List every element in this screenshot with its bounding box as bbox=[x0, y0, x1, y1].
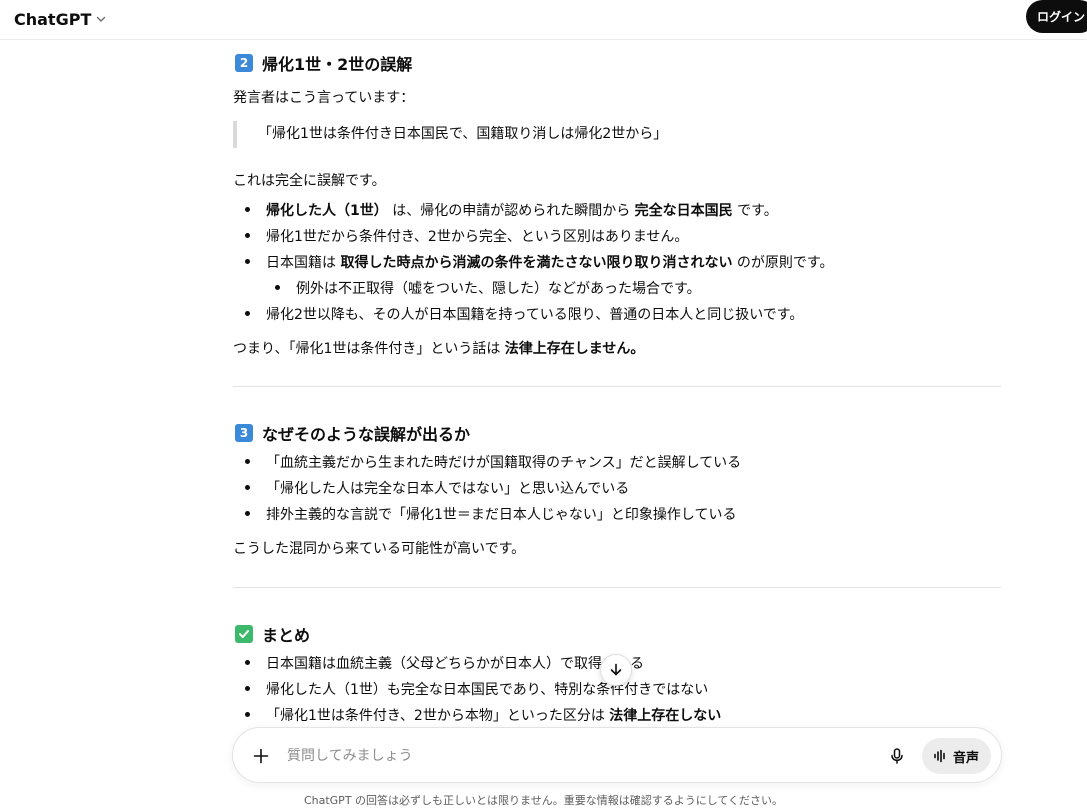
list-item: 日本国籍は 取得した時点から消滅の条件を満たさない限り取り消されない のが原則で… bbox=[266, 255, 834, 271]
top-bar: ChatGPT ログイン bbox=[0, 0, 1087, 40]
bullet-dot bbox=[245, 511, 250, 516]
dictate-button[interactable] bbox=[885, 744, 909, 768]
bullet-dot bbox=[245, 233, 250, 238]
microphone-icon bbox=[891, 748, 903, 764]
list-item: 「帰化した人は完全な日本人ではない」と思い込んでいる bbox=[266, 481, 630, 497]
assistant-message: 2 帰化1世・2世の誤解 発言者はこう言っています： 「帰化1世は条件付き日本国… bbox=[233, 40, 1001, 730]
bullet-dot bbox=[245, 207, 250, 212]
voice-waveform-icon bbox=[934, 749, 945, 763]
statement-text: これは完全に誤解です。 bbox=[233, 173, 386, 189]
list-item: 日本国籍は血統主義（父母どちらかが日本人）で取得される bbox=[266, 656, 644, 672]
list-item: 帰化2世以降も、その人が日本国籍を持っている限り、普通の日本人と同じ扱いです。 bbox=[266, 307, 804, 323]
arrow-down-icon bbox=[610, 663, 622, 676]
section-heading-2: 2 帰化1世・2世の誤解 bbox=[235, 51, 412, 75]
keycap-three-icon: 3 bbox=[235, 424, 253, 442]
list-item: 帰化した人（1世） は、帰化の申請が認められた瞬間から 完全な日本国民 です。 bbox=[266, 203, 778, 219]
model-switcher[interactable]: ChatGPT bbox=[14, 8, 107, 30]
bullet-dot bbox=[275, 285, 280, 290]
section-title: まとめ bbox=[262, 626, 311, 645]
list-item: 帰化1世だから条件付き、2世から完全、という区別はありません。 bbox=[266, 229, 689, 245]
check-mark-button-icon bbox=[235, 625, 253, 643]
login-button[interactable]: ログイン bbox=[1026, 0, 1087, 33]
section-title: 帰化1世・2世の誤解 bbox=[262, 55, 413, 74]
attach-button[interactable] bbox=[249, 744, 273, 768]
chevron-down-icon bbox=[97, 16, 106, 22]
blockquote: 「帰化1世は条件付き日本国民で、国籍取り消しは帰化2世から」 bbox=[233, 121, 833, 148]
list-item: 排外主義的な言説で「帰化1世＝まだ日本人じゃない」と印象操作している bbox=[266, 507, 737, 523]
list-item: 「帰化1世は条件付き、2世から本物」といった区分は 法律上存在しない bbox=[266, 708, 722, 724]
divider bbox=[233, 587, 1001, 588]
section-title: なぜそのような誤解が出るか bbox=[262, 425, 471, 444]
section-heading-summary: まとめ bbox=[235, 622, 310, 646]
bullet-dot bbox=[245, 259, 250, 264]
intro-text: 発言者はこう言っています： bbox=[233, 90, 415, 106]
sub-list-item: 例外は不正取得（嘘をついた、隠した）などがあった場合です。 bbox=[296, 281, 701, 297]
divider bbox=[233, 386, 1001, 387]
voice-mode-label: 音声 bbox=[953, 750, 980, 766]
disclaimer: ChatGPT の回答は必ずしも正しいとは限りません。重要な情報は確認するように… bbox=[303, 794, 784, 807]
scroll-to-bottom-button[interactable] bbox=[600, 654, 632, 686]
keycap-two-icon: 2 bbox=[235, 54, 253, 72]
list-item: 「血統主義だから生まれた時だけが国籍取得のチャンス」だと誤解している bbox=[266, 455, 742, 471]
model-name: ChatGPT bbox=[14, 9, 92, 29]
prompt-input[interactable] bbox=[287, 743, 867, 769]
bullet-dot bbox=[245, 485, 250, 490]
bullet-dot bbox=[245, 712, 250, 717]
bullet-dot bbox=[245, 459, 250, 464]
voice-mode-button[interactable]: 音声 bbox=[922, 738, 991, 774]
conclusion-text: つまり、「帰化1世は条件付き」という話は 法律上存在しません。 bbox=[233, 341, 645, 357]
composer: 音声 bbox=[232, 727, 1002, 783]
bullet-dot bbox=[245, 686, 250, 691]
bullet-dot bbox=[245, 660, 250, 665]
list-item: 帰化した人（1世）も完全な日本国民であり、特別な条件付きではない bbox=[266, 682, 709, 698]
conclusion-text: こうした混同から来ている可能性が高いです。 bbox=[233, 541, 526, 557]
bullet-dot bbox=[245, 311, 250, 316]
plus-icon bbox=[253, 748, 269, 764]
section-heading-3: 3 なぜそのような誤解が出るか bbox=[235, 421, 470, 445]
